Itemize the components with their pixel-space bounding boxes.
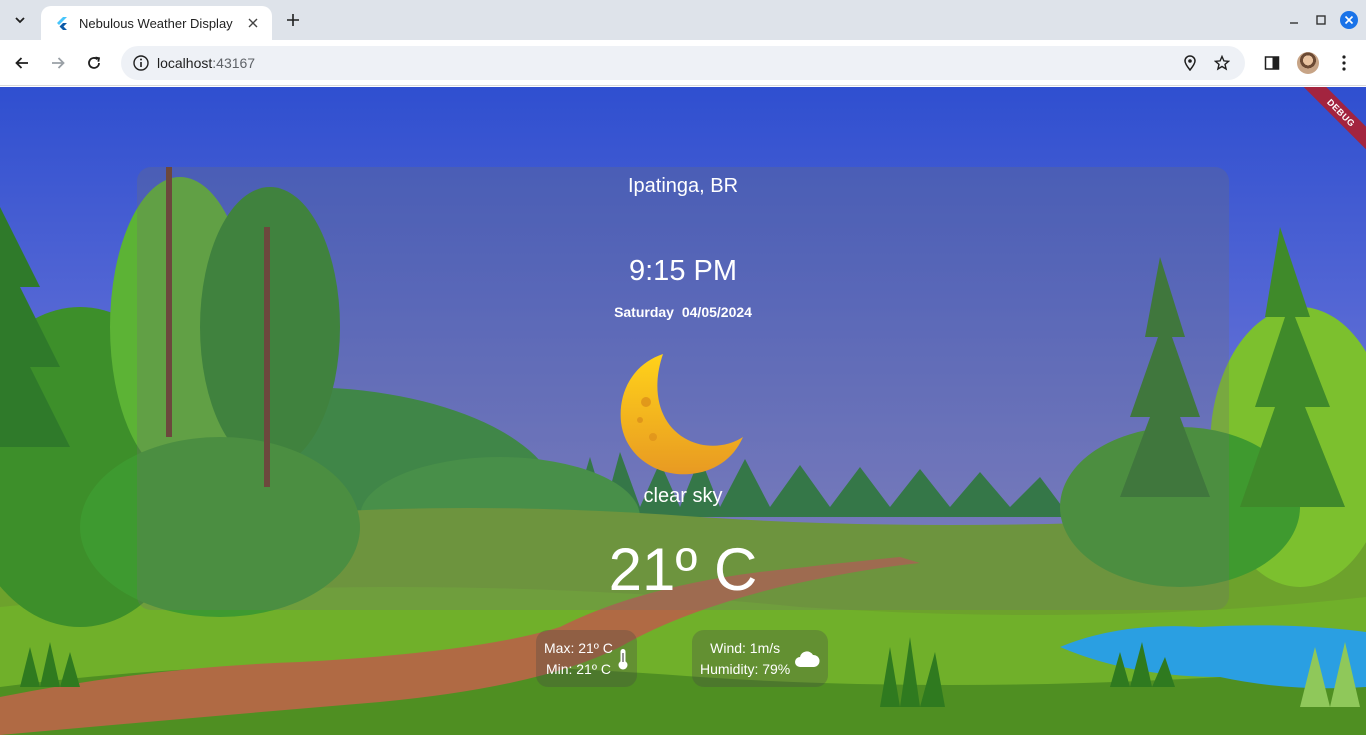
info-icon[interactable]	[132, 54, 150, 72]
tab-search-button[interactable]	[8, 8, 32, 32]
profile-avatar[interactable]	[1297, 52, 1319, 74]
tab-title: Nebulous Weather Display	[79, 15, 233, 31]
location-pin-icon	[1184, 55, 1196, 71]
plus-icon	[287, 14, 299, 26]
new-tab-button[interactable]	[282, 9, 304, 31]
forward-button[interactable]	[46, 51, 70, 75]
arrow-right-icon	[52, 57, 65, 69]
close-window-button[interactable]	[1339, 10, 1359, 30]
wind-speed: Wind: 1m/s	[710, 639, 781, 656]
app-viewport: DEBUG Ipatinga, BR 9:15 PM Saturday 04/0…	[0, 87, 1366, 735]
url-text[interactable]: localhost:43167	[157, 55, 255, 71]
minimize-icon	[1290, 22, 1298, 24]
browser-tab[interactable]: Nebulous Weather Display	[41, 6, 272, 40]
humidity: Humidity: 79%	[700, 660, 791, 677]
chevron-down-icon	[15, 17, 25, 24]
current-time: 9:15 PM	[629, 255, 737, 287]
min-temperature: Min: 21º C	[545, 660, 611, 677]
star-icon	[1214, 55, 1230, 71]
reload-button[interactable]	[82, 51, 106, 75]
tab-close-button[interactable]	[244, 14, 262, 32]
thermometer-icon	[618, 648, 628, 669]
menu-button[interactable]	[1333, 52, 1355, 74]
url-host: localhost	[157, 55, 213, 71]
moon-icon	[620, 354, 743, 475]
side-panel-button[interactable]	[1261, 52, 1283, 74]
wind-humidity-panel: Wind: 1m/s Humidity: 79%	[692, 630, 829, 687]
url-port: :43167	[212, 55, 256, 71]
maximize-icon	[1316, 15, 1326, 25]
cloud-icon	[795, 650, 820, 667]
browser-toolbar: localhost:43167	[0, 40, 1366, 86]
flutter-favicon-icon	[57, 17, 67, 30]
current-date: Saturday 04/05/2024	[614, 304, 752, 320]
location-button[interactable]	[1181, 54, 1199, 72]
weather-card: Ipatinga, BR 9:15 PM Saturday 04/05/2024…	[137, 167, 1229, 610]
minimize-button[interactable]	[1284, 10, 1304, 30]
address-bar[interactable]: localhost:43167	[121, 46, 1245, 80]
bookmark-button[interactable]	[1213, 54, 1231, 72]
city-name: Ipatinga, BR	[627, 175, 739, 197]
temp-range-panel: Max: 21º C Min: 21º C	[536, 630, 637, 687]
current-temperature: 21º C	[608, 536, 758, 603]
maximize-button[interactable]	[1311, 10, 1331, 30]
arrow-left-icon	[15, 57, 28, 69]
back-button[interactable]	[10, 51, 34, 75]
close-icon	[248, 18, 258, 28]
browser-tabstrip: Nebulous Weather Display	[0, 0, 1366, 40]
reload-icon	[88, 56, 101, 69]
close-window-icon	[1340, 11, 1358, 29]
side-panel-icon	[1264, 56, 1280, 70]
max-temperature: Max: 21º C	[544, 639, 613, 656]
weather-condition: clear sky	[643, 485, 723, 507]
more-vertical-icon	[1342, 55, 1346, 71]
